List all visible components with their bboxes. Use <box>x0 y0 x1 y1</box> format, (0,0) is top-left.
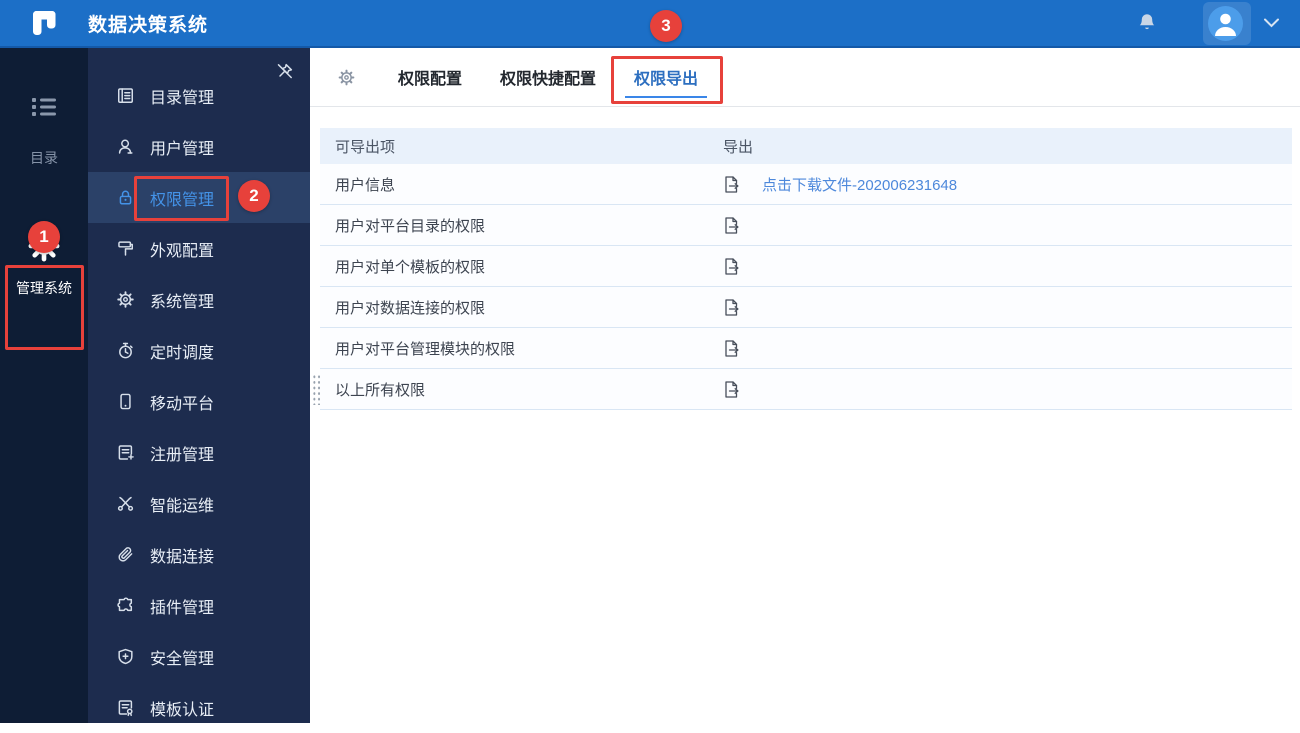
app-logo-icon <box>32 10 58 36</box>
tab-label: 权限快捷配置 <box>500 71 597 88</box>
table-row: 用户对平台管理模块的权限 <box>320 328 1292 369</box>
tab-label: 权限导出 <box>634 71 699 88</box>
tab-bar: 权限配置 权限快捷配置 权限导出 3 <box>310 9 1300 107</box>
sidebar-item-label: 注册管理 <box>150 446 215 464</box>
download-file-link[interactable]: 点击下载文件-202006231648 <box>762 174 957 195</box>
sidebar-item-scheduled-tasks[interactable]: 定时调度 <box>88 325 310 376</box>
sidebar-item-label: 目录管理 <box>150 89 215 107</box>
row-item-label: 用户对单个模板的权限 <box>335 258 486 276</box>
tab-permission-quick-config[interactable]: 权限快捷配置 <box>488 48 608 107</box>
sidebar-item-plugin-management[interactable]: 插件管理 <box>88 580 310 631</box>
table-row: 用户对数据连接的权限 <box>320 287 1292 328</box>
column-header-exportable-item: 可导出项 <box>335 138 396 156</box>
tab-permission-config[interactable]: 权限配置 <box>386 48 474 107</box>
sidebar-item-catalog-management[interactable]: 目录管理 <box>88 70 310 121</box>
sidebar-item-label: 智能运维 <box>150 497 215 515</box>
notification-bell-icon[interactable] <box>1137 12 1157 34</box>
secondary-sidebar: 目录管理 用户管理 权限管理 2 外观配置 系统管理 定时调度 移动平台 注册管… <box>88 48 310 723</box>
admin-menu: 目录管理 用户管理 权限管理 2 外观配置 系统管理 定时调度 移动平台 注册管… <box>88 70 310 733</box>
sidebar-item-label: 模板认证 <box>150 701 215 719</box>
lock-icon <box>115 188 135 208</box>
user-icon <box>115 137 135 157</box>
sidebar-item-label: 管理系统 <box>16 280 72 296</box>
sidebar-item-system-management[interactable]: 系统管理 <box>88 274 310 325</box>
app-title: 数据决策系统 <box>88 14 209 36</box>
sidebar-item-directory[interactable]: 目录 <box>0 96 88 168</box>
sidebar-item-mobile-platform[interactable]: 移动平台 <box>88 376 310 427</box>
row-item-label: 用户对平台目录的权限 <box>335 217 486 235</box>
paperclip-icon <box>115 545 135 565</box>
sidebar-item-label: 插件管理 <box>150 599 215 617</box>
table-row: 以上所有权限 <box>320 369 1292 410</box>
table-row: 用户对平台目录的权限 <box>320 205 1292 246</box>
sidebar-item-label: 定时调度 <box>150 344 215 362</box>
template-seal-icon <box>115 698 135 718</box>
directory-list-icon <box>30 96 58 118</box>
sidebar-item-permission-management[interactable]: 权限管理 2 <box>88 172 310 223</box>
sidebar-item-label: 权限管理 <box>150 191 215 209</box>
sidebar-item-label: 外观配置 <box>150 242 215 260</box>
topbar: 数据决策系统 <box>0 0 1300 48</box>
export-table: 可导出项 导出 用户信息 点击下载文件-202006231648 用户对平台目录… <box>320 128 1292 410</box>
annotation-badge-step2: 2 <box>238 180 270 212</box>
sidebar-item-label: 目录 <box>30 150 58 166</box>
sidebar-item-user-management[interactable]: 用户管理 <box>88 121 310 172</box>
row-item-label: 用户对平台管理模块的权限 <box>335 340 516 358</box>
sidebar-item-admin-system[interactable]: 管理系统 <box>0 230 88 298</box>
sidebar-item-label: 用户管理 <box>150 140 215 158</box>
gear-icon <box>28 230 60 262</box>
export-icon[interactable] <box>723 298 740 317</box>
puzzle-icon <box>115 596 135 616</box>
ops-network-icon <box>115 494 135 514</box>
export-icon[interactable] <box>723 257 740 276</box>
table-header-row: 可导出项 导出 <box>320 128 1292 164</box>
main-content: 权限配置 权限快捷配置 权限导出 3 可导出项 导出 用户信息 点击下载文件-2… <box>310 9 1300 723</box>
sidebar-item-label: 数据连接 <box>150 548 215 566</box>
catalog-icon <box>115 86 135 106</box>
export-icon[interactable] <box>723 216 740 235</box>
sidebar-item-intelligent-ops[interactable]: 智能运维 <box>88 478 310 529</box>
chevron-down-icon[interactable] <box>1263 18 1280 28</box>
column-header-export: 导出 <box>723 138 754 156</box>
tab-settings-gear-icon[interactable] <box>337 68 356 87</box>
table-row: 用户对单个模板的权限 <box>320 246 1292 287</box>
row-item-label: 用户对数据连接的权限 <box>335 299 486 317</box>
timer-icon <box>115 341 135 361</box>
active-tab-underline <box>625 95 708 98</box>
user-menu[interactable] <box>1203 1 1251 45</box>
export-icon[interactable] <box>723 175 740 194</box>
sidebar-item-registration-management[interactable]: 注册管理 <box>88 427 310 478</box>
sidebar-item-security-management[interactable]: 安全管理 <box>88 631 310 682</box>
row-item-label: 以上所有权限 <box>335 381 426 399</box>
tab-permission-export[interactable]: 权限导出 3 <box>611 9 724 107</box>
mobile-icon <box>115 392 135 412</box>
gear-outline-icon <box>115 290 135 310</box>
sidebar-item-label: 系统管理 <box>150 293 215 311</box>
tab-label: 权限配置 <box>398 71 463 88</box>
paint-roller-icon <box>115 239 135 259</box>
export-icon[interactable] <box>723 339 740 358</box>
sidebar-item-label: 移动平台 <box>150 395 215 413</box>
table-row: 用户信息 点击下载文件-202006231648 <box>320 164 1292 205</box>
primary-sidebar: 目录 管理系统 1 <box>0 48 88 723</box>
sidebar-item-label: 安全管理 <box>150 650 215 668</box>
sidebar-item-data-connection[interactable]: 数据连接 <box>88 529 310 580</box>
sidebar-item-appearance-config[interactable]: 外观配置 <box>88 223 310 274</box>
export-icon[interactable] <box>723 380 740 399</box>
avatar <box>1208 5 1243 41</box>
row-item-label: 用户信息 <box>335 176 396 194</box>
shield-plus-icon <box>115 647 135 667</box>
register-doc-icon <box>115 443 135 463</box>
sidebar-item-template-certification[interactable]: 模板认证 <box>88 682 310 733</box>
